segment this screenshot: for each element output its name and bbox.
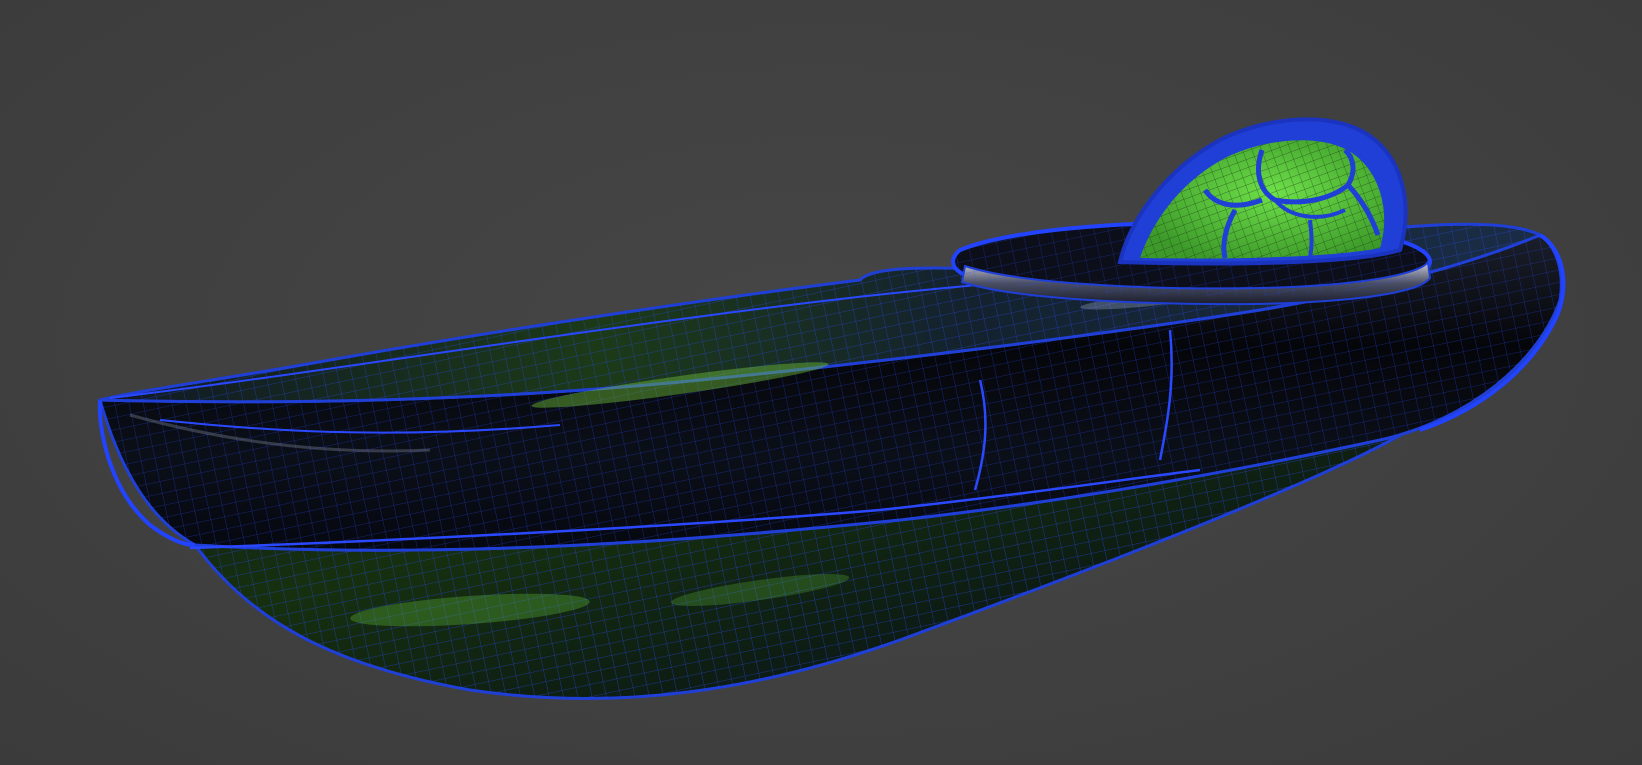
seat-backrest (1117, 117, 1408, 266)
3d-viewport[interactable] (0, 0, 1642, 765)
kayak-model[interactable] (0, 0, 1642, 765)
